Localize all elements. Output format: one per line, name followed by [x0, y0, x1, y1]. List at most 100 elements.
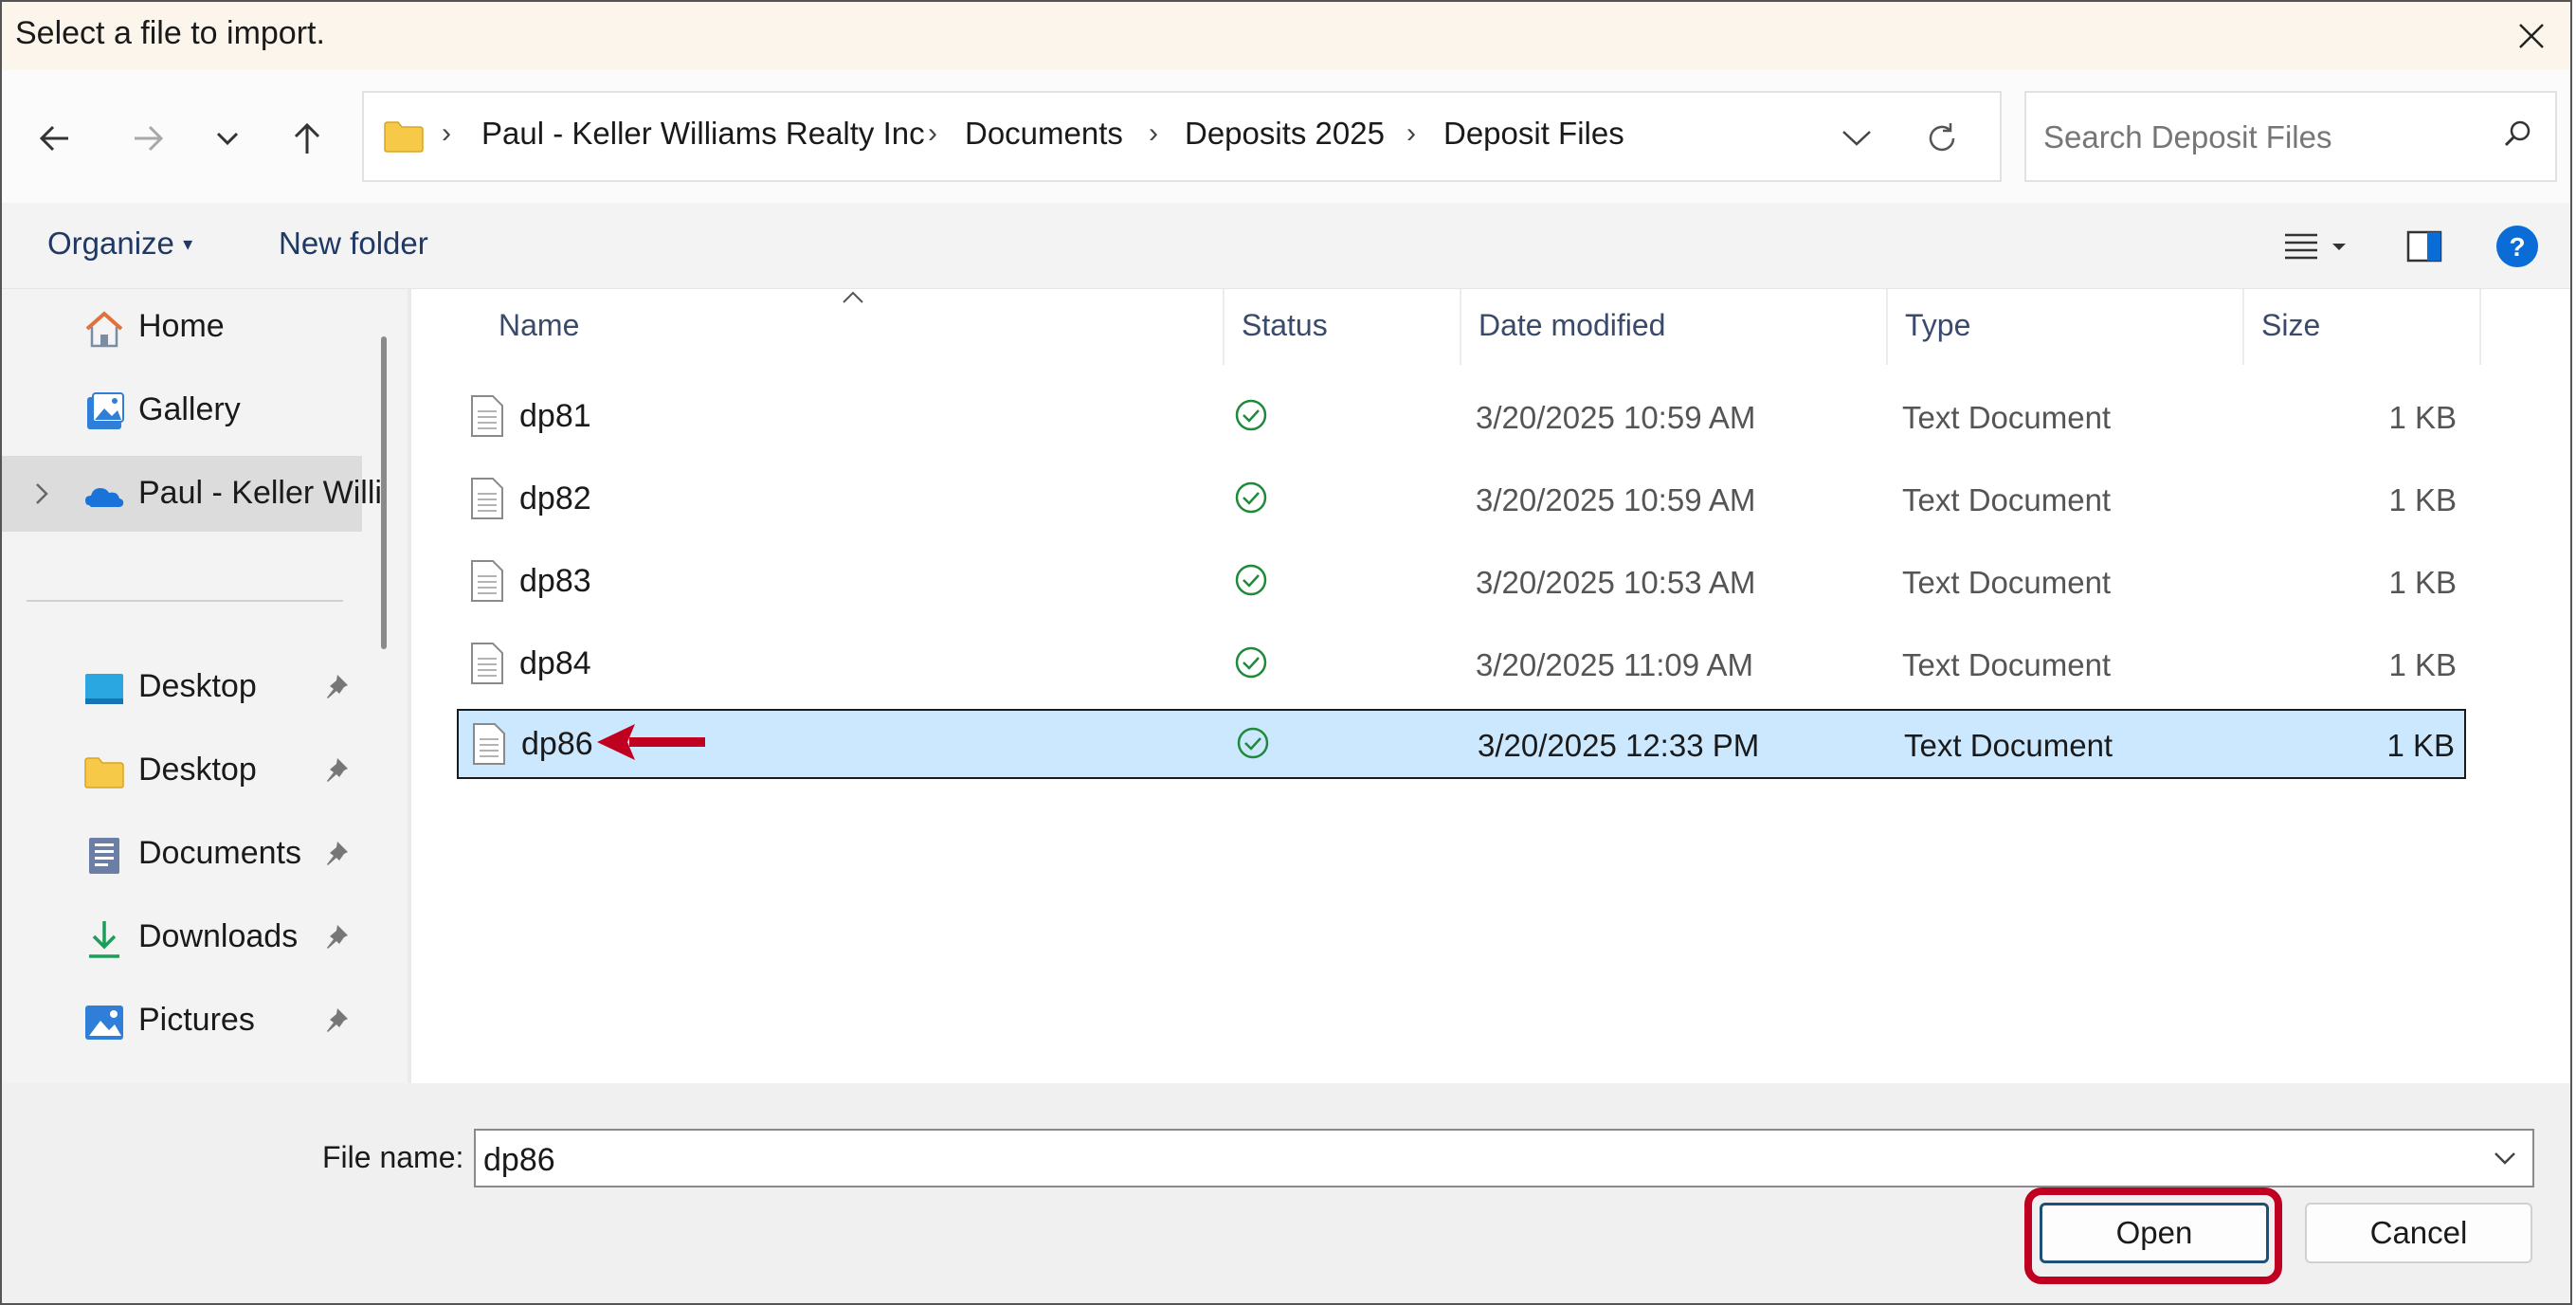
column-header-date-modified[interactable]: Date modified	[1478, 308, 1665, 343]
file-row[interactable]: dp83 3/20/2025 10:53 AM Text Document 1 …	[457, 548, 2466, 614]
file-type: Text Document	[1902, 400, 2112, 435]
preview-pane-button[interactable]	[2398, 220, 2451, 273]
chevron-down-icon	[216, 132, 239, 146]
column-header-status[interactable]: Status	[1242, 308, 1328, 343]
sidebar-item-label: Pictures	[138, 1002, 255, 1038]
up-arrow-icon	[294, 122, 320, 154]
file-row[interactable]: dp82 3/20/2025 10:59 AM Text Document 1 …	[457, 465, 2466, 532]
up-button[interactable]	[277, 108, 337, 169]
file-name: dp81	[519, 398, 591, 434]
search-box[interactable]: Search Deposit Files	[2024, 91, 2557, 182]
sidebar-item-label: Paul - Keller Willi	[138, 475, 382, 511]
sidebar-item-onedrive[interactable]: Paul - Keller Willi	[2, 456, 382, 532]
download-icon	[89, 921, 119, 958]
breadcrumb-separator-icon: ›	[1149, 118, 1158, 149]
sidebar-item-downloads[interactable]: Downloads	[2, 899, 362, 975]
column-divider[interactable]	[2242, 289, 2244, 365]
address-bar[interactable]: › Paul - Keller Williams Realty Inc › Do…	[362, 91, 2002, 182]
pin-icon[interactable]	[322, 1006, 351, 1034]
text-document-icon	[471, 478, 503, 519]
back-button[interactable]	[25, 108, 85, 169]
folder-icon	[84, 757, 124, 788]
column-divider[interactable]	[1886, 289, 1888, 365]
column-divider[interactable]	[2479, 289, 2481, 365]
navigation-bar: › Paul - Keller Williams Realty Inc › Do…	[2, 70, 2570, 203]
column-header-size[interactable]: Size	[2261, 308, 2320, 343]
sidebar-item-desktop[interactable]: Desktop	[2, 649, 362, 725]
file-name-value: dp86	[483, 1142, 555, 1178]
file-name: dp84	[519, 645, 591, 681]
file-type: Text Document	[1904, 728, 2113, 763]
search-placeholder: Search Deposit Files	[2043, 119, 2332, 154]
file-type: Text Document	[1902, 647, 2112, 682]
file-name: dp83	[519, 563, 591, 599]
help-button[interactable]: ?	[2491, 220, 2544, 273]
file-name-input[interactable]: dp86	[474, 1129, 2534, 1187]
new-folder-button[interactable]: New folder	[279, 226, 428, 262]
sidebar-item-desktop-folder[interactable]: Desktop	[2, 733, 362, 808]
title-bar: Select a file to import.	[2, 2, 2570, 70]
desktop-icon	[85, 674, 123, 704]
file-size: 1 KB	[2386, 728, 2455, 763]
breadcrumb-item[interactable]: Paul - Keller Williams Realty Inc	[481, 116, 925, 152]
breadcrumb-separator-icon: ›	[1406, 118, 1416, 149]
view-options-button[interactable]	[2265, 220, 2369, 273]
file-name: dp82	[519, 480, 591, 517]
organize-menu[interactable]: Organize ▾	[47, 226, 192, 262]
synced-check-icon	[1235, 481, 1267, 514]
address-history-button[interactable]	[1828, 114, 1885, 161]
gallery-icon	[87, 392, 124, 429]
pin-icon[interactable]	[322, 672, 351, 700]
sidebar-scrollbar[interactable]	[381, 336, 387, 649]
annotation-arrow-icon	[597, 724, 705, 760]
caret-down-icon: ▾	[183, 234, 193, 255]
column-header-name[interactable]: Name	[499, 308, 579, 343]
sort-ascending-icon	[843, 291, 863, 303]
file-date-modified: 3/20/2025 12:33 PM	[1478, 728, 1760, 763]
sidebar-item-label: Desktop	[138, 752, 257, 788]
command-bar: Organize ▾ New folder ?	[2, 203, 2570, 289]
refresh-button[interactable]	[1914, 110, 1970, 167]
column-header-type[interactable]: Type	[1905, 308, 1970, 343]
pin-icon[interactable]	[322, 839, 351, 867]
synced-check-icon	[1235, 564, 1267, 596]
sidebar-item-label: Documents	[138, 835, 301, 871]
pin-icon[interactable]	[322, 922, 351, 951]
close-button[interactable]	[2498, 2, 2565, 70]
sidebar-item-label: Desktop	[138, 668, 257, 704]
file-row[interactable]: dp81 3/20/2025 10:59 AM Text Document 1 …	[457, 383, 2466, 449]
sidebar-item-documents[interactable]: Documents	[2, 816, 362, 892]
breadcrumb-item[interactable]: Deposit Files	[1443, 116, 1624, 152]
sidebar-item-pictures[interactable]: Pictures	[2, 983, 362, 1059]
file-date-modified: 3/20/2025 10:59 AM	[1476, 400, 1756, 435]
file-row[interactable]: dp84 3/20/2025 11:09 AM Text Document 1 …	[457, 630, 2466, 697]
breadcrumb-item[interactable]: Documents	[965, 116, 1123, 152]
recent-locations-button[interactable]	[197, 108, 258, 169]
pin-icon[interactable]	[322, 755, 351, 784]
chevron-down-icon	[1842, 131, 1871, 146]
pictures-icon	[85, 1006, 123, 1040]
cancel-button[interactable]: Cancel	[2305, 1203, 2532, 1263]
annotation-highlight-box	[2024, 1187, 2282, 1284]
file-row-selected[interactable]: dp86 3/20/2025 12:33 PM Text Document 1 …	[457, 709, 2466, 779]
file-size: 1 KB	[2388, 482, 2457, 517]
sidebar-item-gallery[interactable]: Gallery	[2, 372, 362, 448]
navigation-pane: Home Gallery Paul - Keller Willi Desktop…	[2, 289, 408, 1083]
file-size: 1 KB	[2388, 565, 2457, 600]
organize-label: Organize	[47, 226, 174, 261]
sidebar-divider	[27, 600, 343, 602]
documents-icon	[89, 838, 119, 874]
text-document-icon	[473, 723, 505, 765]
forward-button[interactable]	[118, 108, 178, 169]
onedrive-cloud-icon	[85, 488, 124, 507]
breadcrumb-item[interactable]: Deposits 2025	[1185, 116, 1385, 152]
file-name-label: File name:	[322, 1140, 464, 1174]
chevron-down-icon[interactable]	[2491, 1144, 2519, 1172]
file-list: Name Status Date modified Type Size dp81…	[411, 289, 2570, 1083]
sidebar-item-home[interactable]: Home	[2, 289, 362, 365]
breadcrumb-separator-icon: ›	[928, 118, 937, 149]
chevron-right-icon	[36, 483, 48, 504]
column-divider[interactable]	[1223, 289, 1225, 365]
preview-pane-icon	[2406, 230, 2442, 263]
column-divider[interactable]	[1460, 289, 1461, 365]
